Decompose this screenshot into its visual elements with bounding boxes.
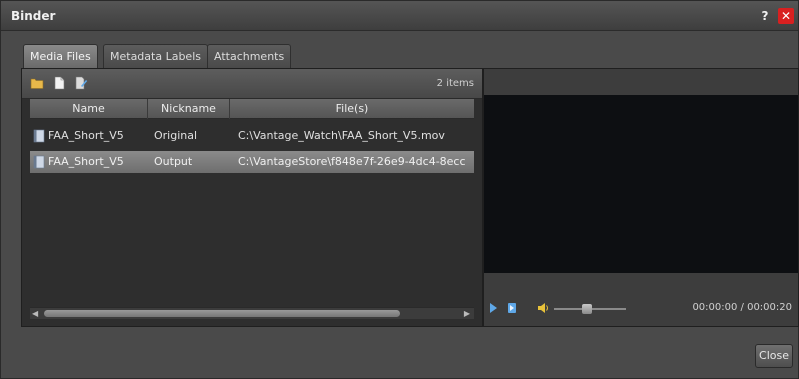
tab-attachments[interactable]: Attachments <box>207 44 292 68</box>
binder-window: Binder ? ✕ Media Files Metadata Labels A… <box>0 0 799 379</box>
media-file-icon <box>33 129 45 143</box>
row-nickname: Original <box>154 129 198 142</box>
scrollbar-thumb[interactable] <box>44 310 400 317</box>
title-bar[interactable]: Binder ? ✕ <box>1 1 798 31</box>
video-preview[interactable] <box>484 95 798 273</box>
row-file-path: C:\VantageStore\f848e7f-26e9-4dc4-8ecc <box>238 155 466 168</box>
scroll-left-arrow-icon[interactable]: ◀ <box>32 308 38 320</box>
tab-media-files-label: Media Files <box>30 50 91 63</box>
player-controls: 00:00:00 / 00:00:20 <box>484 295 798 323</box>
table-row[interactable]: FAA_Short_V5 Original C:\Vantage_Watch\F… <box>30 125 474 147</box>
tab-attachments-label: Attachments <box>214 50 285 63</box>
volume-icon[interactable] <box>536 301 550 315</box>
tab-metadata-labels-label: Metadata Labels <box>110 50 201 63</box>
media-player-panel: 00:00:00 / 00:00:20 <box>483 68 799 327</box>
tab-metadata-labels[interactable]: Metadata Labels <box>103 44 208 68</box>
timecode: 00:00:00 / 00:00:20 <box>692 302 792 313</box>
new-document-icon[interactable] <box>52 76 66 90</box>
window-title: Binder <box>11 9 56 23</box>
edit-icon[interactable] <box>74 76 88 90</box>
items-count: 2 items <box>436 78 474 89</box>
window-close-button[interactable]: ✕ <box>778 8 794 24</box>
step-forward-icon[interactable] <box>506 301 518 315</box>
volume-slider-thumb[interactable] <box>581 304 592 314</box>
row-nickname: Output <box>154 155 193 168</box>
table-row-selected[interactable]: FAA_Short_V5 Output C:\VantageStore\f848… <box>30 151 474 173</box>
play-icon[interactable] <box>490 303 497 313</box>
media-toolbar: 2 items <box>22 69 482 99</box>
scroll-right-arrow-icon[interactable]: ▶ <box>464 308 470 320</box>
column-header-name[interactable]: Name <box>30 99 148 119</box>
horizontal-scrollbar[interactable]: ◀ ▶ <box>30 307 474 319</box>
row-file-path: C:\Vantage_Watch\FAA_Short_V5.mov <box>238 129 445 142</box>
table-header: Name Nickname File(s) <box>30 99 474 119</box>
row-name: FAA_Short_V5 <box>48 129 124 142</box>
tab-media-files[interactable]: Media Files <box>23 44 98 68</box>
column-header-files[interactable]: File(s) <box>230 99 474 119</box>
media-file-icon <box>33 155 45 169</box>
media-files-panel: 2 items Name Nickname File(s) FAA_Short_… <box>21 68 483 327</box>
folder-icon[interactable] <box>30 76 44 90</box>
row-name: FAA_Short_V5 <box>48 155 124 168</box>
volume-slider[interactable] <box>554 304 626 314</box>
column-header-nickname[interactable]: Nickname <box>148 99 230 119</box>
close-button[interactable]: Close <box>755 344 793 368</box>
help-button[interactable]: ? <box>758 9 772 23</box>
